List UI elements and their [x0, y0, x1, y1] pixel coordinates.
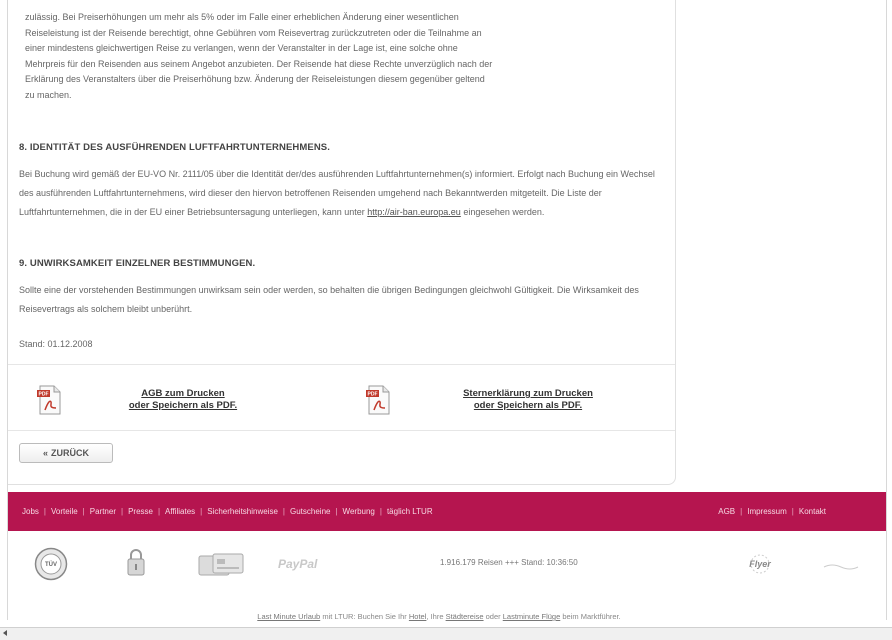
stern-link-line2: oder Speichern als PDF.: [473, 400, 583, 411]
page-container: zulässig. Bei Preiserhöhungen um mehr al…: [7, 0, 887, 620]
seo-text: oder: [483, 612, 503, 621]
footer-link-vorteile[interactable]: Vorteile: [51, 507, 78, 516]
lastminute-fluege-link[interactable]: Lastminute Flüge: [503, 612, 561, 621]
stern-pdf-link[interactable]: Sternerklärung zum Drucken oder Speicher…: [433, 388, 623, 412]
section-8-heading: 8. IDENTITÄT DES AUSFÜHRENDEN LUFTFAHRTU…: [19, 142, 330, 153]
staedtereise-link[interactable]: Städtereise: [446, 612, 484, 621]
back-button-label: ZURÜCK: [51, 448, 89, 458]
footer-link-agb[interactable]: AGB: [718, 507, 735, 516]
text-line: einer mindestens gleichwertigen Reise zu…: [25, 43, 458, 53]
separator: |: [157, 507, 161, 516]
booking-stats: 1.916.179 Reisen +++ Stand: 10:36:50: [440, 558, 578, 567]
separator: |: [379, 507, 382, 516]
partner-logo: [823, 559, 859, 577]
footer-link-partner[interactable]: Partner: [90, 507, 116, 516]
section-8-text-end: eingesehen werden.: [460, 207, 545, 217]
separator: |: [791, 507, 794, 516]
stand-date: Stand: 01.12.2008: [19, 339, 93, 349]
lock-icon: [126, 547, 146, 582]
footer-link-taeglich[interactable]: täglich LTUR: [387, 507, 433, 516]
air-ban-link[interactable]: http://air-ban.europa.eu: [367, 207, 461, 217]
footer-link-gutscheine[interactable]: Gutscheine: [290, 507, 330, 516]
footer-links: Jobs | Vorteile | Partner | Presse | Aff…: [22, 492, 433, 531]
text-line: Mehrpreis für den Reisenden aus seinem A…: [25, 58, 493, 69]
download-row: PDF AGB zum Drucken oder Speichern als P…: [8, 366, 675, 428]
separator: |: [282, 507, 285, 516]
separator: |: [43, 507, 46, 516]
last-minute-link[interactable]: Last Minute Urlaub: [257, 612, 320, 621]
section-9-text: Sollte eine der vorstehenden Bestimmunge…: [19, 285, 639, 314]
trust-logos: TÜV PayPal Flyer: [8, 535, 886, 605]
seo-text: beim Marktführer.: [560, 612, 621, 621]
stern-link-line1: Sternerklärung zum Drucken: [463, 388, 593, 399]
footer-link-jobs[interactable]: Jobs: [22, 507, 39, 516]
flyer-text: Flyer: [749, 559, 771, 569]
hotel-link[interactable]: Hotel: [409, 612, 427, 621]
svg-text:PDF: PDF: [39, 392, 49, 398]
tuv-seal-icon: TÜV: [34, 547, 68, 586]
svg-text:PDF: PDF: [368, 392, 378, 398]
text-line: Reiseleistung ist der Reisende berechtig…: [25, 27, 482, 38]
terms-content: zulässig. Bei Preiserhöhungen um mehr al…: [8, 0, 676, 485]
footer-links-right: AGB | Impressum | Kontakt: [718, 492, 826, 531]
seo-text: mit LTUR: Buchen Sie Ihr: [320, 612, 409, 621]
footer-link-impressum[interactable]: Impressum: [747, 507, 787, 516]
credit-cards-icon: [198, 553, 246, 582]
footer-link-affiliates[interactable]: Affiliates: [165, 507, 195, 516]
text-line: zulässig. Bei Preiserhöhungen um mehr al…: [25, 12, 459, 22]
seo-text: , Ihre: [426, 612, 446, 621]
section-9-heading: 9. UNWIRKSAMKEIT EINZELNER BESTIMMUNGEN.: [19, 258, 256, 269]
intro-paragraph: zulässig. Bei Preiserhöhungen um mehr al…: [19, 10, 664, 103]
section-8-text-start: Bei Buchung wird gemäß der EU-VO Nr. 211…: [19, 169, 655, 217]
separator: |: [120, 507, 124, 516]
agb-link-line2: oder Speichern als PDF.: [128, 400, 238, 411]
double-chevron-left-icon: «: [42, 448, 48, 458]
horizontal-scrollbar[interactable]: [0, 627, 892, 640]
divider: [8, 364, 675, 365]
separator: |: [82, 507, 85, 516]
footer-link-kontakt[interactable]: Kontakt: [799, 507, 826, 516]
text-line: Erklärung des Veranstalters über die Pre…: [25, 74, 485, 84]
footer-link-sicherheit[interactable]: Sicherheitshinweise: [207, 507, 278, 516]
pdf-icon[interactable]: PDF: [365, 384, 391, 416]
tuv-text: TÜV: [45, 561, 57, 568]
agb-link-line1: AGB zum Drucken: [141, 388, 225, 399]
text-line: zu machen.: [25, 89, 72, 100]
divider: [8, 430, 675, 431]
paypal-logo: PayPal: [278, 557, 318, 571]
agb-pdf-link[interactable]: AGB zum Drucken oder Speichern als PDF.: [108, 388, 258, 412]
flyer-logo: Flyer: [738, 553, 784, 580]
section-8-text: Bei Buchung wird gemäß der EU-VO Nr. 211…: [19, 165, 664, 222]
seo-footer-text: Last Minute Urlaub mit LTUR: Buchen Sie …: [0, 612, 878, 621]
pdf-icon[interactable]: PDF: [36, 384, 62, 416]
footer-nav-bar: Jobs | Vorteile | Partner | Presse | Aff…: [8, 492, 886, 531]
separator: |: [200, 507, 203, 516]
separator: |: [335, 507, 338, 516]
separator: |: [740, 507, 743, 516]
footer-link-werbung[interactable]: Werbung: [343, 507, 375, 516]
scroll-left-icon[interactable]: [3, 630, 7, 636]
footer-link-presse[interactable]: Presse: [128, 507, 153, 516]
back-button[interactable]: « ZURÜCK: [19, 443, 113, 463]
